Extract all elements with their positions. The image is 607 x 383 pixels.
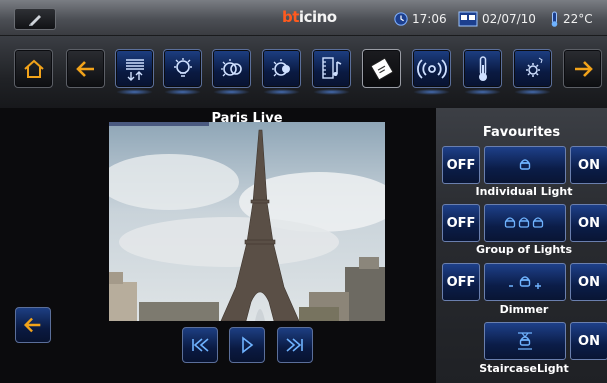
thermometer-icon [478, 55, 487, 81]
date: 02/07/10 [458, 8, 536, 29]
individual-light-tile[interactable] [484, 146, 566, 184]
staircase-light-label: StaircaseLight [479, 362, 569, 375]
scenarios-button[interactable] [362, 49, 401, 88]
back-arrow-icon [23, 317, 41, 333]
date-text: 02/07/10 [482, 11, 536, 26]
thermoregulation-button[interactable] [463, 49, 502, 95]
camera-back-button[interactable] [15, 307, 51, 343]
individual-light-on-button[interactable]: ON [570, 146, 607, 184]
dimmer-on-button[interactable]: ON [570, 263, 607, 301]
edit-menu-button[interactable] [14, 8, 56, 30]
time-text: 17:06 [412, 11, 447, 26]
lighting-button[interactable] [163, 49, 202, 95]
dimmer-label: Dimmer [499, 303, 549, 316]
home-button[interactable] [14, 49, 53, 88]
dimmer-alt-button[interactable] [262, 49, 301, 95]
settings-icon [525, 57, 543, 77]
dimmer-lamp-icon [509, 276, 541, 289]
next-camera-button[interactable] [277, 327, 313, 363]
settings-button[interactable] [513, 49, 552, 95]
group-lights-label: Group of Lights [475, 243, 572, 256]
calendar-icon [458, 11, 478, 26]
single-lamp-icon [519, 159, 531, 170]
previous-camera-button[interactable] [182, 327, 218, 363]
staircase-light-on-button[interactable]: ON [570, 322, 607, 360]
dimmer-icon [220, 58, 242, 76]
favourites-title: Favourites [482, 125, 561, 140]
clock-icon [394, 11, 408, 26]
light-bulb-icon [173, 57, 192, 77]
temperature-text: 22°C [563, 11, 593, 26]
temperature: 22°C [550, 8, 593, 29]
dimmer-button[interactable] [212, 49, 251, 95]
multimedia-icon [321, 56, 341, 79]
camera-image [109, 122, 385, 321]
forward-button[interactable] [563, 49, 602, 88]
back-button[interactable] [66, 49, 105, 88]
individual-light-label: Individual Light [475, 185, 573, 198]
dimmer-alt-icon [271, 58, 290, 76]
staircase-lamp-icon [518, 332, 532, 350]
play-button[interactable] [229, 327, 265, 363]
status-bar: bticino 17:06 02/07/10 22°C [0, 0, 607, 36]
pencil-icon [29, 15, 41, 26]
dimmer-off-button[interactable]: OFF [442, 263, 480, 301]
forward-arrow-icon [574, 60, 593, 77]
home-icon [23, 59, 44, 78]
dimmer-tile[interactable] [484, 263, 566, 301]
favourites-panel: Favourites OFF ON Individual Light OFF O… [436, 108, 607, 383]
wireless-signal-icon [416, 58, 447, 79]
toolbar [0, 36, 607, 108]
scenarios-icon [369, 56, 394, 81]
bticino-logo: bticino [282, 8, 337, 26]
skip-back-icon [192, 338, 209, 352]
thermometer-icon [551, 11, 558, 27]
shutters-button[interactable] [115, 49, 154, 95]
wireless-button[interactable] [412, 49, 451, 95]
play-icon [242, 336, 254, 354]
staircase-light-tile[interactable] [484, 322, 566, 360]
group-lamps-icon [504, 217, 544, 228]
camera-panel: Paris Live [0, 108, 436, 383]
individual-light-off-button[interactable]: OFF [442, 146, 480, 184]
group-lights-on-button[interactable]: ON [570, 204, 607, 242]
shutters-icon [125, 58, 144, 81]
clock: 17:06 [394, 8, 447, 29]
group-lights-tile[interactable] [484, 204, 566, 242]
back-arrow-icon [75, 60, 94, 77]
camera-feed [109, 122, 385, 321]
group-lights-off-button[interactable]: OFF [442, 204, 480, 242]
skip-forward-icon [286, 338, 303, 352]
multimedia-button[interactable] [312, 49, 351, 95]
